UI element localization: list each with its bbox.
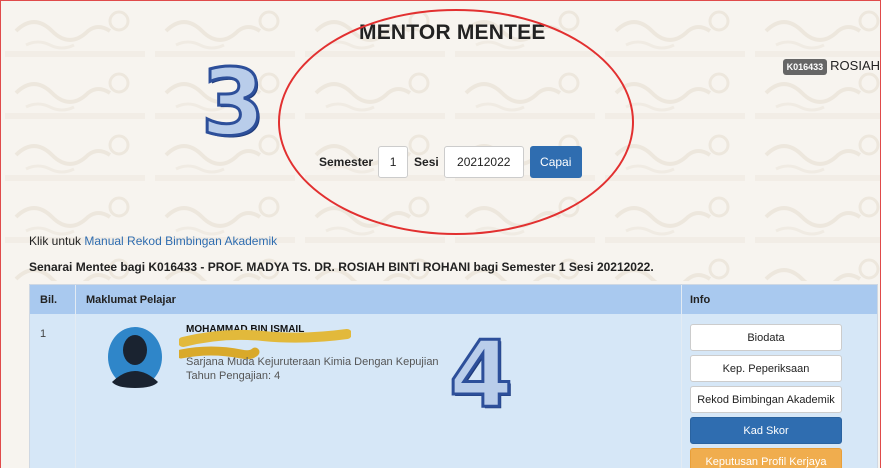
semester-input[interactable]: 1	[378, 146, 409, 178]
action-buttons: Biodata Kep. Peperiksaan Rekod Bimbingan…	[690, 314, 842, 468]
step-annotation-3: 3	[199, 48, 266, 158]
student-avatar	[108, 327, 162, 388]
semester-label: Semester	[319, 155, 374, 169]
mentee-list-title: Senarai Mentee bagi K016433 - PROF. MADY…	[29, 260, 654, 274]
semester-filter-form: Semester 1 Sesi 20212022 Capai	[319, 146, 582, 178]
rekod-bimbingan-button[interactable]: Rekod Bimbingan Akademik	[690, 386, 842, 413]
manual-line: Klik untuk Manual Rekod Bimbingan Akadem…	[29, 234, 277, 248]
table-header: Bil. Maklumat Pelajar Info	[30, 285, 877, 314]
staff-id-badge: K016433	[782, 58, 828, 75]
row-actions: Biodata Kep. Peperiksaan Rekod Bimbingan…	[682, 314, 877, 468]
header-maklumat-pelajar: Maklumat Pelajar	[76, 285, 682, 314]
header-bil: Bil.	[30, 285, 76, 314]
student-program: Sarjana Muda Kejuruteraan Kimia Dengan K…	[186, 356, 439, 368]
biodata-button[interactable]: Biodata	[690, 324, 842, 351]
manual-prefix: Klik untuk	[29, 234, 85, 248]
sesi-label: Sesi	[414, 155, 439, 169]
manual-link[interactable]: Manual Rekod Bimbingan Akademik	[84, 234, 277, 248]
staff-info: K016433 ROSIAH	[782, 58, 880, 75]
student-year: Tahun Pengajian: 4	[186, 370, 281, 382]
staff-name: ROSIAH	[830, 58, 880, 73]
header-info: Info	[690, 293, 711, 306]
page-frame: MENTOR MENTEE K016433 ROSIAH 3 Semester 1…	[0, 0, 881, 468]
kad-skor-button[interactable]: Kad Skor	[690, 417, 842, 444]
profil-kerjaya-button[interactable]: Keputusan Profil Kerjaya	[690, 448, 842, 468]
peperiksaan-button[interactable]: Kep. Peperiksaan	[690, 355, 842, 382]
capai-button[interactable]: Capai	[529, 146, 582, 178]
row-bil: 1	[30, 314, 76, 468]
step-annotation-4: 4	[447, 320, 514, 430]
row-student-info: MOHAMMAD BIN ISMAIL Sarjana Muda Kejurut…	[76, 314, 682, 468]
sesi-input[interactable]: 20212022	[443, 146, 524, 178]
highlight-ellipse	[278, 9, 634, 235]
